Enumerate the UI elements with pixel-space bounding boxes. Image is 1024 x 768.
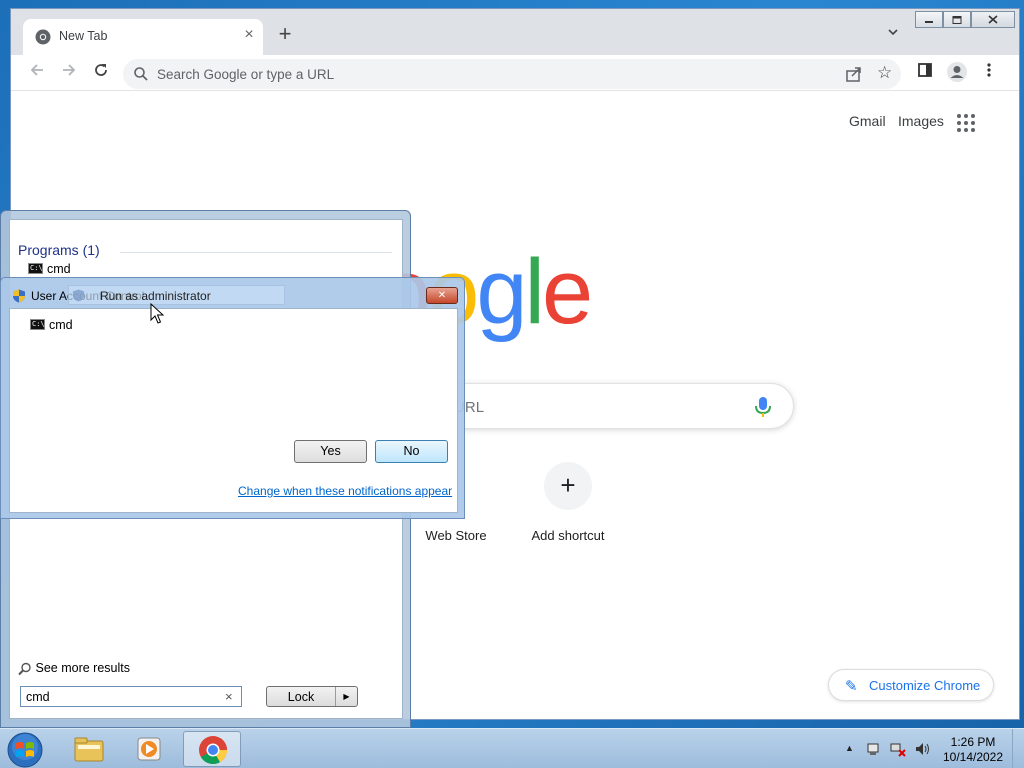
- clock-time: 1:26 PM: [950, 735, 996, 749]
- clear-search-icon[interactable]: ×: [225, 689, 233, 704]
- tab-search-button[interactable]: [883, 25, 903, 45]
- cmd-icon: C:\: [30, 319, 45, 331]
- uac-shield-icon: [72, 289, 85, 302]
- tray-expand-icon[interactable]: ▲: [845, 743, 854, 753]
- maximize-icon: [952, 15, 962, 24]
- uac-shield-icon: [13, 289, 25, 303]
- taskbar-media-player[interactable]: [121, 731, 179, 767]
- taskbar-chrome[interactable]: [183, 731, 241, 767]
- tab-new-tab[interactable]: New Tab ×: [23, 19, 263, 55]
- chrome-icon: [199, 736, 227, 764]
- media-player-icon: [137, 737, 161, 761]
- show-desktop-button[interactable]: [1012, 729, 1024, 768]
- reload-button[interactable]: [89, 61, 113, 85]
- no-button[interactable]: No: [375, 440, 448, 463]
- tab-strip: New Tab × +: [11, 9, 1019, 55]
- chevron-down-icon: [888, 29, 898, 36]
- lock-button[interactable]: Lock ▶: [266, 686, 358, 707]
- back-button[interactable]: [25, 61, 49, 85]
- context-menu-item-run-as-admin[interactable]: Run as administrator: [68, 285, 285, 305]
- kebab-menu-icon: [987, 63, 991, 77]
- share-icon[interactable]: [845, 65, 863, 83]
- taskbar-clock[interactable]: 1:26 PM 10/14/2022: [940, 735, 1006, 765]
- divider: [120, 252, 392, 253]
- explorer-icon: [74, 737, 104, 762]
- programs-header: Programs (1): [18, 242, 100, 258]
- yes-button[interactable]: Yes: [294, 440, 367, 463]
- taskbar: ▲ 1:26 PM 10/14/2022: [0, 728, 1024, 768]
- shortcut-label: Web Store: [425, 528, 487, 543]
- browser-toolbar: Search Google or type a URL ☆: [11, 55, 1019, 91]
- customize-chrome-button[interactable]: ✎ Customize Chrome: [828, 669, 994, 701]
- window-controls: [915, 11, 1015, 28]
- shortcut-label: Add shortcut: [531, 528, 605, 543]
- lock-label: Lock: [287, 690, 315, 704]
- uac-dialog: User Account Control ✕ C:\cmd Yes No Cha…: [0, 277, 465, 519]
- tab-close-icon[interactable]: ×: [239, 25, 259, 45]
- minimize-button[interactable]: [915, 11, 943, 28]
- forward-arrow-icon: [63, 64, 76, 76]
- shortcut-add[interactable]: + Add shortcut: [513, 462, 623, 543]
- pencil-icon: ✎: [845, 678, 858, 695]
- side-panel-button[interactable]: [913, 61, 937, 85]
- action-center-flag-icon[interactable]: [866, 741, 882, 757]
- side-panel-icon: [918, 63, 932, 77]
- images-link[interactable]: Images: [898, 113, 944, 129]
- minimize-icon: [925, 20, 933, 23]
- context-menu-item-label: Run as administrator: [100, 289, 211, 303]
- start-button[interactable]: [6, 731, 44, 768]
- profile-avatar-icon: [947, 62, 967, 82]
- search-icon: [134, 67, 148, 81]
- reload-icon: [95, 64, 107, 76]
- address-bar[interactable]: Search Google or type a URL ☆: [123, 59, 901, 89]
- clock-date: 10/14/2022: [942, 750, 1004, 764]
- new-tab-button[interactable]: +: [273, 23, 297, 47]
- gmail-link[interactable]: Gmail: [849, 113, 886, 129]
- search-icon: [18, 662, 31, 675]
- address-bar-placeholder: Search Google or type a URL: [157, 67, 335, 82]
- program-item-cmd[interactable]: C:\ cmd: [28, 261, 71, 276]
- maximize-button[interactable]: [943, 11, 971, 28]
- google-apps-icon[interactable]: [956, 113, 976, 133]
- volume-icon[interactable]: [914, 741, 930, 757]
- chrome-favicon-icon: [35, 29, 51, 45]
- logo-letter-e: e: [541, 241, 593, 343]
- see-more-label: See more results: [35, 661, 130, 675]
- program-item-label: cmd: [47, 261, 71, 276]
- forward-button[interactable]: [57, 61, 81, 85]
- uac-close-button[interactable]: ✕: [426, 287, 458, 304]
- customize-chrome-label: Customize Chrome: [869, 678, 981, 693]
- cmd-icon: C:\: [28, 263, 43, 275]
- bookmark-star-icon[interactable]: ☆: [877, 63, 892, 83]
- change-notifications-link[interactable]: Change when these notifications appear: [238, 484, 452, 498]
- mouse-cursor-icon: [150, 303, 165, 324]
- power-options-arrow-icon[interactable]: ▶: [335, 687, 357, 706]
- logo-letter-g: g: [476, 241, 527, 343]
- microphone-icon[interactable]: [753, 395, 773, 419]
- close-window-button[interactable]: [971, 11, 1015, 28]
- back-arrow-icon: [30, 64, 43, 76]
- tab-title: New Tab: [59, 29, 108, 43]
- menu-button[interactable]: [977, 61, 1001, 85]
- uac-program: C:\ cmd: [30, 317, 73, 332]
- taskbar-explorer[interactable]: [60, 731, 118, 767]
- close-icon: [988, 15, 998, 24]
- start-search-input[interactable]: cmd ×: [20, 686, 242, 707]
- profile-button[interactable]: [945, 61, 969, 85]
- uac-program-label: cmd: [49, 317, 73, 332]
- network-icon[interactable]: [890, 741, 906, 757]
- plus-icon: +: [544, 462, 592, 510]
- start-search-value: cmd: [26, 690, 50, 704]
- logo-letter-l: l: [524, 241, 546, 343]
- uac-body: C:\ cmd Yes No Change when these notifica…: [9, 308, 458, 513]
- see-more-results-link[interactable]: See more results: [18, 661, 130, 676]
